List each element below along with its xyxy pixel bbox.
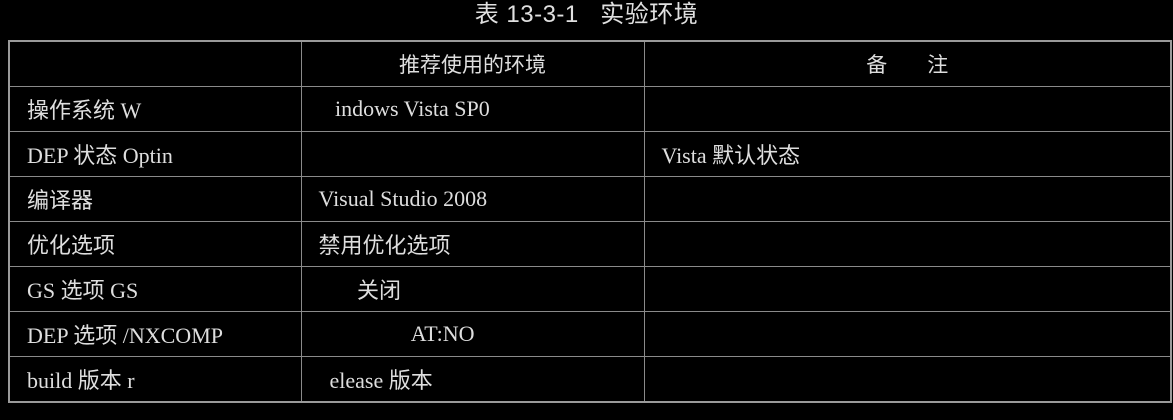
row-remark [643,356,1172,403]
header-recommended-env: 推荐使用的环境 [300,40,645,87]
table-row: DEP 选项 /NXCOMP AT:NO [8,311,1172,357]
row-label: build 版本 r [8,356,302,403]
table-row: DEP 状态 Optin Vista 默认状态 [8,131,1172,177]
experiment-environment-table: 推荐使用的环境 备 注 操作系统 W indows Vista SP0 DEP … [8,40,1172,403]
table-row: 优化选项 禁用优化选项 [8,221,1172,267]
row-remark [643,86,1172,132]
row-label: 操作系统 W [8,86,302,132]
header-item [8,40,302,87]
row-remark [643,311,1172,357]
row-label: GS 选项 GS [8,266,302,312]
row-remark [643,221,1172,267]
row-value: AT:NO [300,311,645,357]
table-row: 操作系统 W indows Vista SP0 [8,86,1172,132]
row-label: DEP 状态 Optin [8,131,302,177]
table-caption: 表 13-3-1 实验环境 [474,1,699,28]
row-remark [643,266,1172,312]
row-remark: Vista 默认状态 [643,131,1172,177]
row-value: elease 版本 [300,356,645,403]
table-row: 编译器 Visual Studio 2008 [8,176,1172,222]
row-label: 优化选项 [8,221,302,267]
table-header-row: 推荐使用的环境 备 注 [8,40,1172,87]
row-value: 禁用优化选项 [300,221,645,267]
header-remarks: 备 注 [643,40,1172,87]
row-value: Visual Studio 2008 [300,176,645,222]
row-label: 编译器 [8,176,302,222]
row-label: DEP 选项 /NXCOMP [8,311,302,357]
row-remark [643,176,1172,222]
table-row: GS 选项 GS 关闭 [8,266,1172,312]
row-value [300,131,645,177]
row-value: 关闭 [300,266,645,312]
row-value: indows Vista SP0 [300,86,645,132]
table-row: build 版本 r elease 版本 [8,356,1172,403]
